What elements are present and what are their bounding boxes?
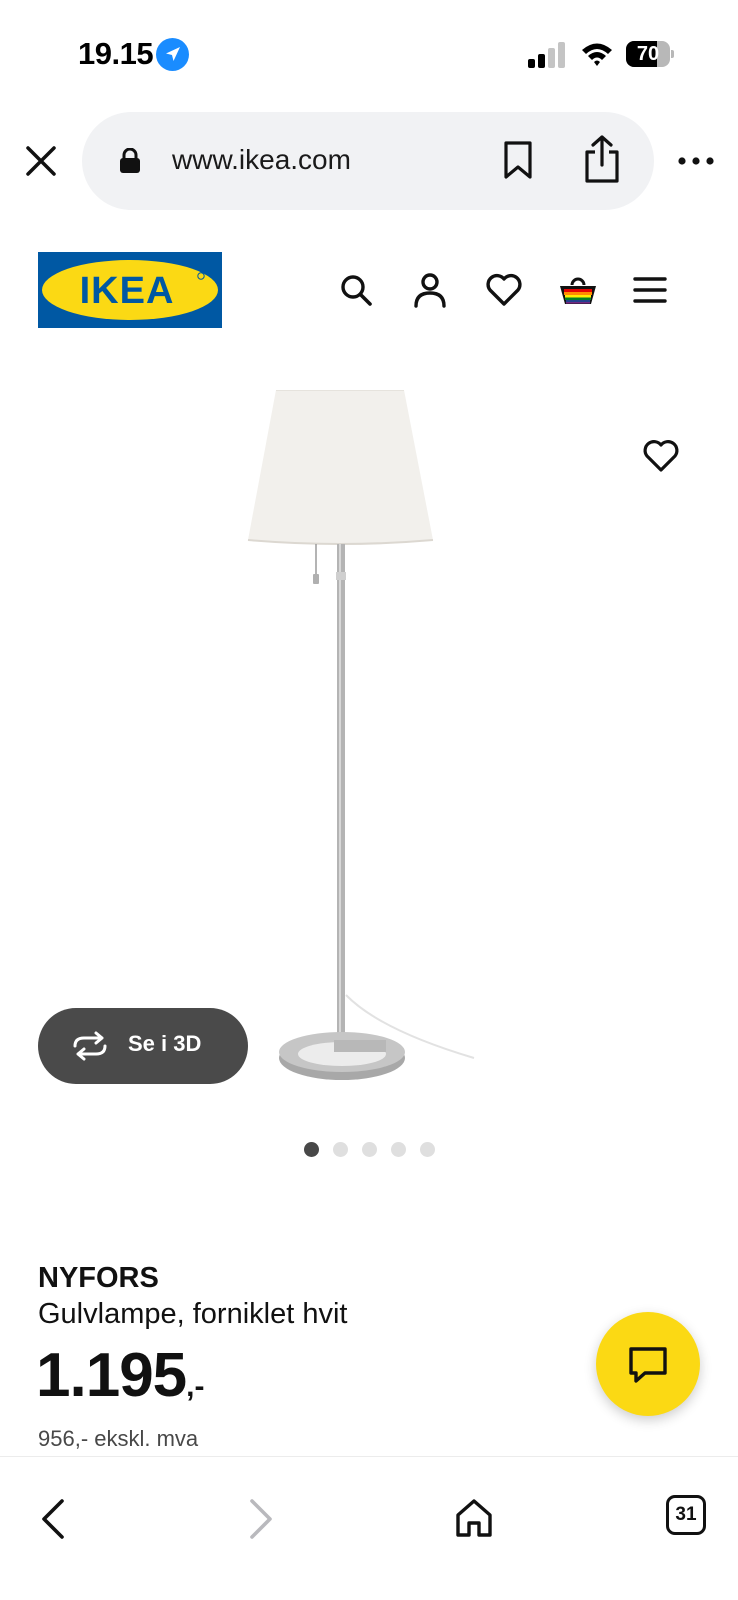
status-bar: 19.15 70 <box>0 0 738 100</box>
bookmark-icon[interactable] <box>502 140 534 180</box>
pagination-dot[interactable] <box>332 1142 348 1157</box>
home-icon[interactable] <box>454 1497 494 1539</box>
status-time: 19.15 <box>78 36 154 71</box>
tabs-button[interactable]: 31 <box>666 1495 706 1535</box>
address-bar[interactable]: www.ikea.com <box>82 112 654 210</box>
chat-icon <box>629 1347 667 1383</box>
product-price: 1.195,- <box>36 1340 204 1411</box>
price-excl-vat: 956,- ekskl. mva <box>38 1426 199 1451</box>
menu-icon[interactable] <box>630 270 670 310</box>
rotate-3d-icon <box>73 1031 107 1061</box>
lock-icon <box>120 148 140 173</box>
price-main: 1.195 <box>36 1341 187 1410</box>
chat-button[interactable] <box>596 1312 700 1416</box>
close-icon[interactable] <box>22 142 60 180</box>
url-text: www.ikea.com <box>172 144 351 175</box>
back-icon[interactable] <box>38 1497 66 1541</box>
battery-level: 70 <box>636 43 660 65</box>
product-name: NYFORS <box>38 1262 159 1294</box>
share-icon[interactable] <box>582 134 622 184</box>
account-icon[interactable] <box>410 270 450 310</box>
svg-text:IKEA: IKEA <box>80 270 175 312</box>
pagination-dot[interactable] <box>361 1142 377 1157</box>
image-pagination <box>0 1142 738 1162</box>
product-image <box>247 390 475 1080</box>
basket-icon[interactable] <box>558 270 598 310</box>
browser-toolbar: 31 <box>0 1456 738 1600</box>
signal-icon <box>528 42 565 68</box>
more-icon[interactable] <box>676 152 716 170</box>
price-suffix: ,- <box>186 1370 205 1403</box>
view-in-3d-label: Se i 3D <box>128 1031 202 1056</box>
pagination-dot[interactable] <box>390 1142 406 1157</box>
location-arrow-icon <box>156 38 189 71</box>
search-icon[interactable] <box>336 270 376 310</box>
battery-icon: 70 <box>626 41 674 67</box>
view-in-3d-button[interactable]: Se i 3D <box>38 1008 248 1084</box>
forward-icon[interactable] <box>248 1497 276 1541</box>
ikea-logo[interactable]: IKEA <box>38 252 222 328</box>
pagination-dot[interactable] <box>419 1142 435 1157</box>
wifi-icon <box>582 43 612 66</box>
browser-bar: www.ikea.com <box>0 112 738 212</box>
heart-icon[interactable] <box>484 270 524 310</box>
tabs-count: 31 <box>675 1504 697 1525</box>
product-description: Gulvlampe, forniklet hvit <box>38 1298 348 1330</box>
favorite-icon[interactable] <box>642 438 680 474</box>
pagination-dot[interactable] <box>303 1142 319 1157</box>
site-header: IKEA <box>0 252 738 330</box>
